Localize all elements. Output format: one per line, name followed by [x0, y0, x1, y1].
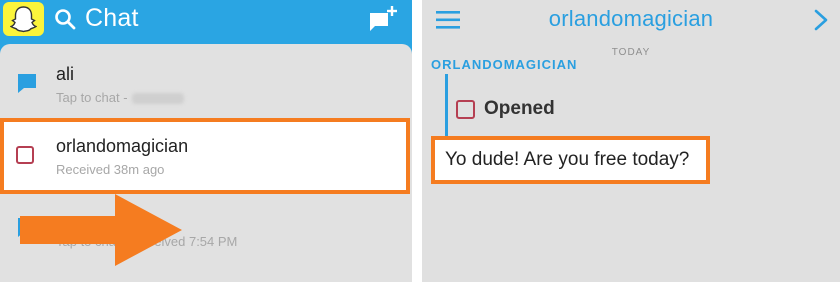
arrow-icon	[20, 194, 182, 266]
conversation-status: Received 38m ago	[56, 162, 165, 177]
conversation-status: Tap to chat -	[56, 90, 184, 105]
conversation-name: ali	[56, 64, 75, 84]
conversation-name: orlandomagician	[56, 136, 189, 156]
chat-list-screen: Chat ali Tap to chat - Tap to chat - Rec…	[0, 0, 412, 282]
conversation-header: orlandomagician	[422, 0, 840, 42]
snap-status: Opened	[484, 98, 555, 119]
profile-ghost-button[interactable]	[3, 2, 44, 36]
highlighted-conversation[interactable]: orlandomagician Received 38m ago	[0, 118, 410, 194]
conversation-title: orlandomagician	[548, 6, 714, 31]
search-icon[interactable]	[54, 8, 76, 30]
opened-square-icon	[456, 100, 475, 119]
new-chat-icon[interactable]	[367, 4, 399, 34]
ghost-icon	[10, 6, 37, 33]
list-item[interactable]: ali Tap to chat -	[0, 52, 412, 124]
message-text: Yo dude! Are you free today?	[445, 149, 690, 170]
chat-header: Chat	[0, 0, 412, 40]
blurred-timestamp	[131, 93, 184, 105]
opened-square-icon	[16, 146, 34, 164]
conversation-status-text: Tap to chat -	[56, 90, 128, 105]
message-thread-line	[445, 74, 448, 138]
message-highlight[interactable]: Yo dude! Are you free today?	[431, 136, 710, 184]
chat-title: Chat	[85, 4, 139, 32]
chevron-right-icon[interactable]	[814, 9, 828, 31]
chat-bubble-icon	[18, 74, 36, 93]
sender-name: ORLANDOMAGICIAN	[431, 57, 578, 72]
conversation-screen: orlandomagician TODAY ORLANDOMAGICIAN Op…	[422, 0, 840, 282]
